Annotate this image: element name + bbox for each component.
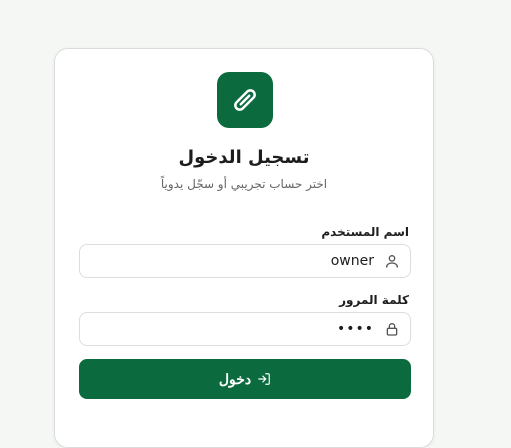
pill-icon: [234, 89, 256, 111]
watermark-line1: مستقل: [297, 418, 327, 429]
lock-icon: [386, 323, 398, 336]
username-label: اسم المستخدم: [321, 225, 409, 239]
username-field[interactable]: owner: [79, 244, 411, 278]
login-icon: [258, 373, 270, 385]
login-button-label: دخول: [218, 370, 252, 387]
page-subtitle: اختر حساب تجريبي أو سجّل يدوياً: [160, 177, 328, 191]
user-icon: [386, 254, 398, 268]
page-title: تسجيل الدخول: [178, 147, 310, 168]
login-card: تسجيل الدخول اختر حساب تجريبي أو سجّل يد…: [54, 48, 434, 448]
logo: [217, 72, 273, 128]
password-value: ••••: [336, 321, 374, 337]
password-label: كلمة المرور: [339, 293, 409, 307]
watermark-line2: mostaql.com: [286, 429, 338, 438]
watermark: مستقل mostaql.com: [277, 419, 347, 439]
username-value: owner: [330, 253, 374, 269]
password-field[interactable]: ••••: [79, 312, 411, 346]
login-button[interactable]: دخول: [79, 359, 411, 399]
